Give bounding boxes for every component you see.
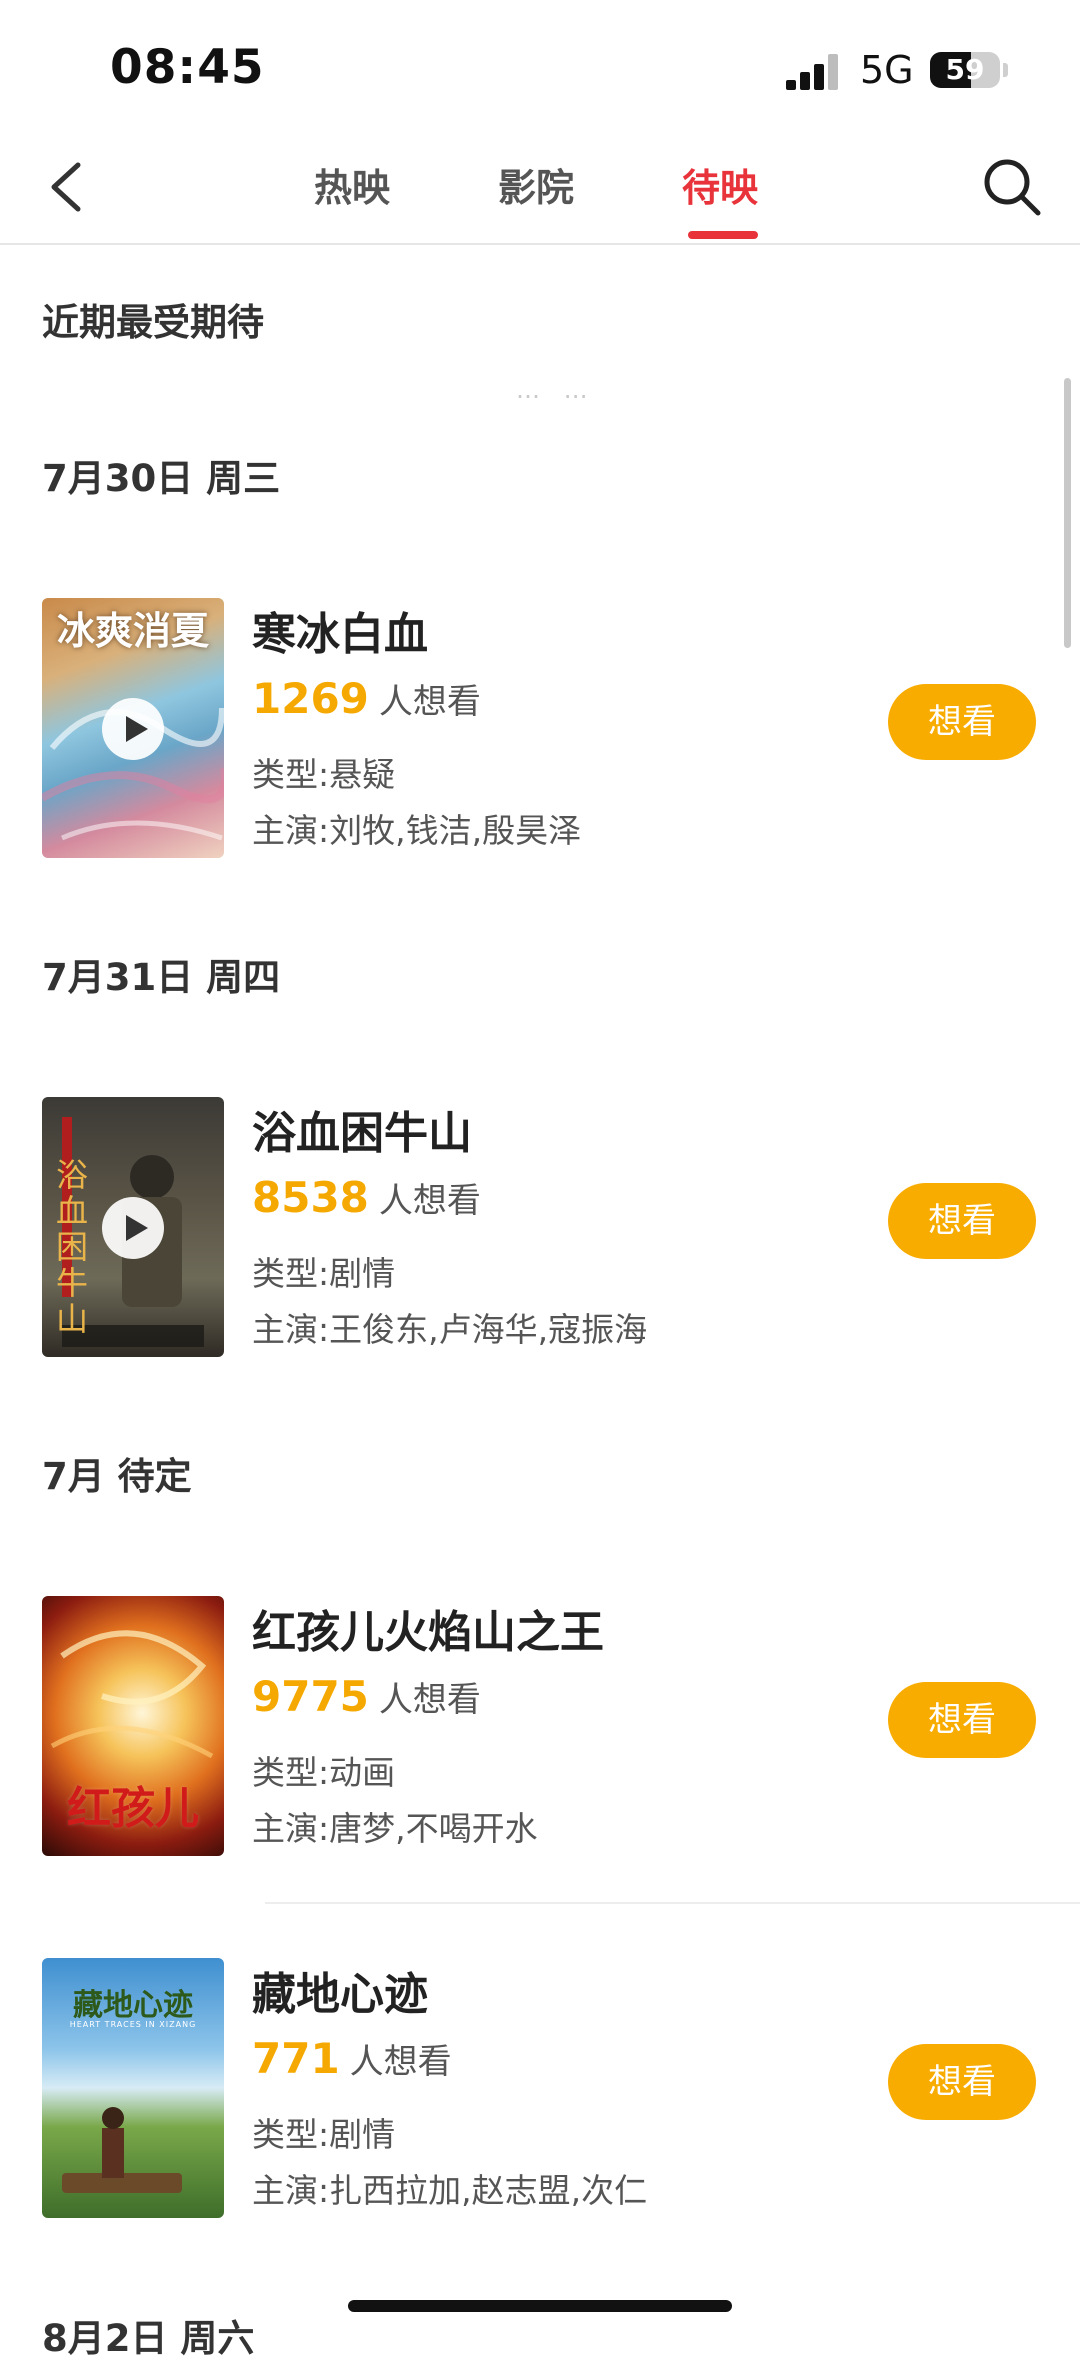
- tab-cinemas[interactable]: 影院: [498, 157, 574, 212]
- movie-cast: 主演:王俊东,卢海华,寇振海: [252, 1310, 648, 1349]
- movie-genre: 类型:动画: [252, 1753, 396, 1792]
- status-bar: 08:45 5G 59: [0, 0, 1080, 135]
- want-button[interactable]: 想看: [888, 1682, 1036, 1758]
- movie-item[interactable]: 红孩儿 红孩儿火焰山之王 9775 人想看 类型:动画 主演:唐梦,不喝开水 想看: [0, 1596, 1080, 1856]
- movie-title[interactable]: 寒冰白血: [252, 598, 428, 662]
- want-count-line: 771 人想看: [252, 2034, 452, 2083]
- date-header: 7月30日 周三: [42, 457, 281, 500]
- movie-title[interactable]: 藏地心迹: [252, 1958, 428, 2022]
- movie-title[interactable]: 红孩儿火焰山之王: [252, 1596, 604, 1660]
- signal-icon: [786, 54, 838, 90]
- poster-text: 红孩儿: [67, 1783, 199, 1834]
- back-icon[interactable]: [40, 155, 100, 219]
- movie-poster[interactable]: 冰爽消夏: [42, 598, 224, 858]
- want-label: 人想看: [378, 682, 481, 722]
- battery-tip: [1003, 63, 1008, 77]
- movie-cast: 主演:扎西拉加,赵志盟,次仁: [252, 2171, 648, 2210]
- want-count: 9775: [252, 1672, 369, 1721]
- poster-subtext: HEART TRACES IN XIZANG: [69, 2020, 197, 2029]
- status-time: 08:45: [110, 40, 265, 95]
- want-button[interactable]: 想看: [888, 1183, 1036, 1259]
- movie-cast: 主演:刘牧,钱洁,殷昊泽: [252, 811, 582, 850]
- battery-icon: 59: [930, 52, 1000, 88]
- want-button[interactable]: 想看: [888, 684, 1036, 760]
- want-label: 人想看: [378, 1680, 481, 1720]
- active-tab-indicator: [688, 231, 758, 239]
- movie-poster[interactable]: 红孩儿: [42, 1596, 224, 1856]
- poster-text: 浴血困牛山: [56, 1156, 89, 1338]
- date-header: 7月31日 周四: [42, 956, 281, 999]
- date-header: 7月 待定: [42, 1455, 192, 1498]
- want-button[interactable]: 想看: [888, 2044, 1036, 2120]
- want-count: 771: [252, 2034, 340, 2083]
- top-nav: 热映 影院 待映: [0, 135, 1080, 245]
- movie-cast: 主演:唐梦,不喝开水: [252, 1809, 538, 1848]
- movie-genre: 类型:剧情: [252, 1254, 396, 1293]
- want-label: 人想看: [378, 1181, 481, 1221]
- list-divider: [265, 1902, 1080, 1904]
- movie-genre: 类型:剧情: [252, 2115, 396, 2154]
- play-icon[interactable]: [102, 1197, 164, 1259]
- poster-text: 藏地心迹: [73, 1988, 193, 2023]
- poster-text: 冰爽消夏: [56, 608, 209, 653]
- date-header: 8月2日 周六: [42, 2317, 255, 2360]
- movie-genre: 类型:悬疑: [252, 755, 396, 794]
- want-count-line: 8538 人想看: [252, 1173, 481, 1222]
- movie-title[interactable]: 浴血困牛山: [252, 1097, 472, 1161]
- battery-level: 59: [945, 53, 985, 86]
- faded-text: … …: [516, 376, 596, 404]
- want-count: 8538: [252, 1173, 369, 1222]
- tab-now-showing[interactable]: 热映: [314, 157, 390, 212]
- movie-item[interactable]: 冰爽消夏 寒冰白血 1269 人想看 类型:悬疑 主演:刘牧,钱洁,殷昊泽 想看: [0, 598, 1080, 858]
- tab-coming-soon[interactable]: 待映: [682, 157, 758, 212]
- movie-poster[interactable]: 浴血困牛山: [42, 1097, 224, 1357]
- movie-item[interactable]: 浴血困牛山 浴血困牛山 8538 人想看 类型:剧情 主演:王俊东,卢海华,寇振海…: [0, 1097, 1080, 1357]
- want-count: 1269: [252, 674, 369, 723]
- section-title: 近期最受期待: [42, 301, 264, 344]
- want-count-line: 9775 人想看: [252, 1672, 481, 1721]
- movie-item[interactable]: 藏地心迹 HEART TRACES IN XIZANG 藏地心迹 771 人想看 …: [0, 1958, 1080, 2218]
- search-icon[interactable]: [980, 155, 1044, 219]
- movie-poster[interactable]: 藏地心迹 HEART TRACES IN XIZANG: [42, 1958, 224, 2218]
- home-indicator[interactable]: [348, 2300, 732, 2312]
- want-count-line: 1269 人想看: [252, 674, 481, 723]
- want-label: 人想看: [349, 2042, 452, 2082]
- network-label: 5G: [860, 48, 914, 92]
- play-icon[interactable]: [102, 698, 164, 760]
